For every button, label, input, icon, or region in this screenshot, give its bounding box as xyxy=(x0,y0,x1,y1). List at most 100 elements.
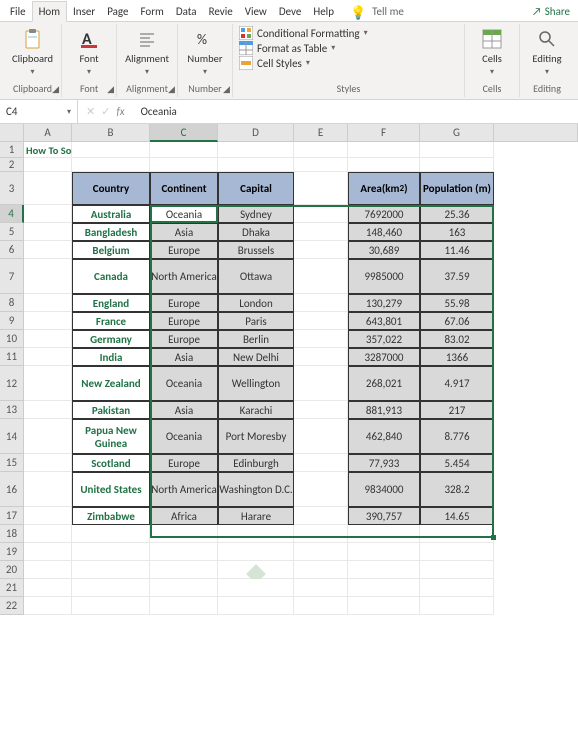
cell-pop[interactable]: 25.36 xyxy=(420,205,494,223)
cell-A17[interactable] xyxy=(24,507,72,525)
cell-area[interactable]: 148,460 xyxy=(348,223,420,241)
cell-country[interactable]: Pakistan xyxy=(72,401,150,419)
cell-area[interactable]: 9834000 xyxy=(348,472,420,507)
cell-continent[interactable]: Europe xyxy=(150,294,218,312)
cell-area[interactable]: 462,840 xyxy=(348,419,420,454)
cell-G22[interactable] xyxy=(420,597,494,615)
col-header-G[interactable]: G xyxy=(420,124,494,142)
cell-pop[interactable]: 37.59 xyxy=(420,259,494,294)
cell-E11[interactable] xyxy=(294,348,348,366)
cancel-icon[interactable]: ✕ xyxy=(86,105,95,118)
dialog-launcher-icon[interactable]: ◢ xyxy=(168,84,175,95)
tab-data[interactable]: Data xyxy=(170,2,203,21)
cell-C20[interactable] xyxy=(150,561,218,579)
cell-G2[interactable] xyxy=(420,158,494,172)
cell-area[interactable]: 881,913 xyxy=(348,401,420,419)
row-header-1[interactable]: 1 xyxy=(0,142,24,158)
cell-G21[interactable] xyxy=(420,579,494,597)
cell-F18[interactable] xyxy=(348,525,420,543)
header-continent[interactable]: Continent xyxy=(150,172,218,205)
cell-D19[interactable] xyxy=(218,543,294,561)
enter-icon[interactable]: ✓ xyxy=(101,105,110,118)
editing-button[interactable]: Editing ▾ xyxy=(526,26,568,79)
cell-F2[interactable] xyxy=(348,158,420,172)
cell-F22[interactable] xyxy=(348,597,420,615)
row-header-3[interactable]: 3 xyxy=(0,172,24,205)
cell-pop[interactable]: 11.46 xyxy=(420,241,494,259)
worksheet[interactable]: ABCDEFG 1How To Sort Alphabetically In E… xyxy=(0,124,578,615)
cell-E4[interactable] xyxy=(294,205,348,223)
row-header-17[interactable]: 17 xyxy=(0,507,24,525)
row-header-15[interactable]: 15 xyxy=(0,454,24,472)
cell-capital[interactable]: Harare xyxy=(218,507,294,525)
cell-G20[interactable] xyxy=(420,561,494,579)
cell-continent[interactable]: Oceania xyxy=(150,205,218,223)
cell-A16[interactable] xyxy=(24,472,72,507)
cell-E16[interactable] xyxy=(294,472,348,507)
cell-A9[interactable] xyxy=(24,312,72,330)
cell-pop[interactable]: 67.06 xyxy=(420,312,494,330)
cell-capital[interactable]: New Delhi xyxy=(218,348,294,366)
dialog-launcher-icon[interactable]: ◢ xyxy=(107,84,114,95)
cell-E22[interactable] xyxy=(294,597,348,615)
cell-D22[interactable] xyxy=(218,597,294,615)
cell-A7[interactable] xyxy=(24,259,72,294)
cell-country[interactable]: Papua New Guinea xyxy=(72,419,150,454)
cell-B20[interactable] xyxy=(72,561,150,579)
cell-area[interactable]: 643,801 xyxy=(348,312,420,330)
cell-A6[interactable] xyxy=(24,241,72,259)
cell-C18[interactable] xyxy=(150,525,218,543)
cell-continent[interactable]: Asia xyxy=(150,348,218,366)
cell-D21[interactable] xyxy=(218,579,294,597)
cell-A12[interactable] xyxy=(24,366,72,401)
fx-icon[interactable]: fx xyxy=(116,105,124,118)
cell-A14[interactable] xyxy=(24,419,72,454)
cell-pop[interactable]: 83.02 xyxy=(420,330,494,348)
cell-country[interactable]: Scotland xyxy=(72,454,150,472)
row-header-5[interactable]: 5 xyxy=(0,223,24,241)
format-as-table-button[interactable]: Format as Table ▾ xyxy=(239,41,368,55)
cell-capital[interactable]: Ottawa xyxy=(218,259,294,294)
alignment-button[interactable]: Alignment ▾ xyxy=(123,26,171,79)
cell-continent[interactable]: Oceania xyxy=(150,419,218,454)
cell-pop[interactable]: 163 xyxy=(420,223,494,241)
cell-capital[interactable]: Wellington xyxy=(218,366,294,401)
cell-B22[interactable] xyxy=(72,597,150,615)
col-header-B[interactable]: B xyxy=(72,124,150,142)
cell-A22[interactable] xyxy=(24,597,72,615)
tab-inser[interactable]: Inser xyxy=(67,2,101,21)
cell-A13[interactable] xyxy=(24,401,72,419)
cell-country[interactable]: New Zealand xyxy=(72,366,150,401)
cell-E12[interactable] xyxy=(294,366,348,401)
cell-area[interactable]: 268,021 xyxy=(348,366,420,401)
cell-pop[interactable]: 55.98 xyxy=(420,294,494,312)
cell-A10[interactable] xyxy=(24,330,72,348)
cell-F20[interactable] xyxy=(348,561,420,579)
row-header-16[interactable]: 16 xyxy=(0,472,24,507)
cell-E9[interactable] xyxy=(294,312,348,330)
tab-hom[interactable]: Hom xyxy=(32,1,67,22)
cell-pop[interactable]: 217 xyxy=(420,401,494,419)
cell-continent[interactable]: Asia xyxy=(150,401,218,419)
cell-country[interactable]: United States xyxy=(72,472,150,507)
row-header-11[interactable]: 11 xyxy=(0,348,24,366)
cell-country[interactable]: England xyxy=(72,294,150,312)
cell-area[interactable]: 30,689 xyxy=(348,241,420,259)
cell-G19[interactable] xyxy=(420,543,494,561)
font-button[interactable]: A Font ▾ xyxy=(68,26,110,79)
cell-C2[interactable] xyxy=(150,158,218,172)
cell-F21[interactable] xyxy=(348,579,420,597)
cell-pop[interactable]: 5.454 xyxy=(420,454,494,472)
row-header-9[interactable]: 9 xyxy=(0,312,24,330)
cell-pop[interactable]: 328.2 xyxy=(420,472,494,507)
cell-area[interactable]: 390,757 xyxy=(348,507,420,525)
tab-help[interactable]: Help xyxy=(307,2,340,21)
cell-B2[interactable] xyxy=(72,158,150,172)
row-header-4[interactable]: 4 xyxy=(0,205,24,223)
cell-capital[interactable]: London xyxy=(218,294,294,312)
cell-A20[interactable] xyxy=(24,561,72,579)
row-header-10[interactable]: 10 xyxy=(0,330,24,348)
cell-capital[interactable]: Dhaka xyxy=(218,223,294,241)
cell-continent[interactable]: Europe xyxy=(150,330,218,348)
cell-E6[interactable] xyxy=(294,241,348,259)
